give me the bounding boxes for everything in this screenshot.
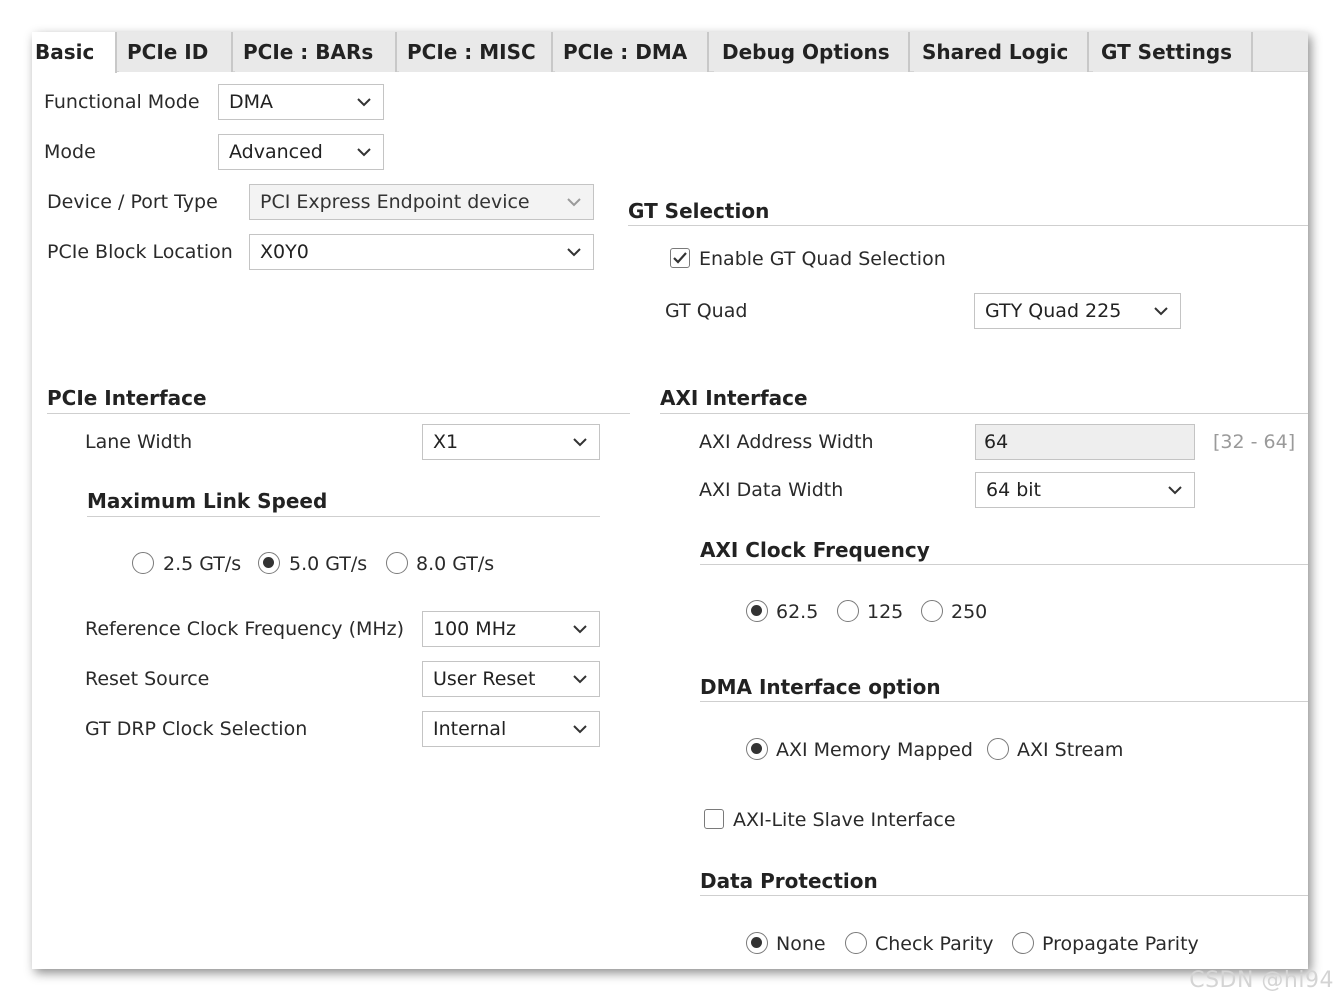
check-parity-radio[interactable] bbox=[845, 932, 867, 954]
data-protection-none-radio[interactable] bbox=[746, 932, 768, 954]
pcie-interface-title: PCIe Interface bbox=[47, 386, 207, 410]
ref-clock-select[interactable]: 100 MHz bbox=[422, 611, 600, 647]
mode-select[interactable]: Advanced bbox=[218, 134, 384, 170]
gt-drp-clock-label: GT DRP Clock Selection bbox=[85, 718, 308, 740]
reset-source-select[interactable]: User Reset bbox=[422, 661, 600, 697]
chevron-down-icon bbox=[573, 438, 587, 447]
tab-pcie-bars[interactable]: PCIe : BARs bbox=[235, 32, 397, 72]
link-speed-5-0-radio[interactable] bbox=[258, 552, 280, 574]
dma-interface-option-divider bbox=[700, 701, 1308, 702]
tab-pcie-id[interactable]: PCIe ID bbox=[119, 32, 233, 72]
enable-gt-quad-label: Enable GT Quad Selection bbox=[699, 248, 946, 270]
axi-interface-divider bbox=[660, 413, 1308, 414]
axi-interface-title: AXI Interface bbox=[660, 386, 808, 410]
chevron-down-icon bbox=[573, 625, 587, 634]
data-protection-none-label: None bbox=[776, 933, 826, 955]
link-speed-2-5-label: 2.5 GT/s bbox=[163, 553, 242, 575]
tab-pcie-dma[interactable]: PCIe : DMA bbox=[555, 32, 709, 72]
axi-clock-125-label: 125 bbox=[867, 601, 904, 623]
gt-drp-clock-select[interactable]: Internal bbox=[422, 711, 600, 747]
gt-drp-clock-value: Internal bbox=[433, 718, 507, 740]
dma-interface-option-title: DMA Interface option bbox=[700, 675, 941, 699]
axi-clock-250-label: 250 bbox=[951, 601, 988, 623]
device-port-type-select[interactable]: PCI Express Endpoint device bbox=[249, 184, 594, 220]
watermark: CSDN @hi94 bbox=[1189, 968, 1334, 993]
axi-clock-frequency-title: AXI Clock Frequency bbox=[700, 538, 930, 562]
ref-clock-value: 100 MHz bbox=[433, 618, 516, 640]
functional-mode-label: Functional Mode bbox=[44, 91, 200, 113]
max-link-speed-divider bbox=[87, 516, 600, 517]
tab-pcie-misc[interactable]: PCIe : MISC bbox=[399, 32, 553, 72]
axi-stream-radio[interactable] bbox=[987, 738, 1009, 760]
reset-source-label: Reset Source bbox=[85, 668, 210, 690]
lane-width-label: Lane Width bbox=[85, 431, 193, 453]
propagate-parity-label: Propagate Parity bbox=[1042, 933, 1199, 955]
axi-address-width-range: [32 - 64] bbox=[1213, 431, 1296, 453]
axi-lite-slave-label: AXI-Lite Slave Interface bbox=[733, 809, 956, 831]
tab-gt-settings[interactable]: GT Settings bbox=[1093, 32, 1253, 72]
device-port-type-value: PCI Express Endpoint device bbox=[260, 191, 530, 213]
functional-mode-select[interactable]: DMA bbox=[218, 84, 384, 120]
gt-quad-value: GTY Quad 225 bbox=[985, 300, 1122, 322]
gt-selection-divider bbox=[628, 225, 1308, 226]
axi-memory-mapped-radio[interactable] bbox=[746, 738, 768, 760]
axi-clock-frequency-divider bbox=[700, 564, 1308, 565]
chevron-down-icon bbox=[357, 98, 371, 107]
mode-value: Advanced bbox=[229, 141, 323, 163]
pcie-block-location-value: X0Y0 bbox=[260, 241, 309, 263]
data-protection-title: Data Protection bbox=[700, 869, 878, 893]
chevron-down-icon bbox=[567, 248, 581, 257]
axi-stream-label: AXI Stream bbox=[1017, 739, 1124, 761]
data-protection-divider bbox=[700, 895, 1308, 896]
pcie-block-location-label: PCIe Block Location bbox=[47, 241, 233, 263]
chevron-down-icon bbox=[1168, 486, 1182, 495]
chevron-down-icon bbox=[573, 675, 587, 684]
tab-shared-logic[interactable]: Shared Logic bbox=[914, 32, 1089, 72]
link-speed-8-0-label: 8.0 GT/s bbox=[416, 553, 495, 575]
axi-clock-250-radio[interactable] bbox=[921, 600, 943, 622]
lane-width-value: X1 bbox=[433, 431, 459, 453]
pcie-block-location-select[interactable]: X0Y0 bbox=[249, 234, 594, 270]
axi-clock-62-5-label: 62.5 bbox=[776, 601, 819, 623]
tab-basic[interactable]: Basic bbox=[32, 32, 117, 73]
chevron-down-icon bbox=[573, 725, 587, 734]
functional-mode-value: DMA bbox=[229, 91, 274, 113]
lane-width-select[interactable]: X1 bbox=[422, 424, 600, 460]
link-speed-8-0-radio[interactable] bbox=[386, 552, 408, 574]
mode-label: Mode bbox=[44, 141, 96, 163]
axi-clock-125-radio[interactable] bbox=[837, 600, 859, 622]
gt-selection-title: GT Selection bbox=[628, 199, 770, 223]
chevron-down-icon bbox=[567, 198, 581, 207]
chevron-down-icon bbox=[1154, 307, 1168, 316]
link-speed-5-0-label: 5.0 GT/s bbox=[289, 553, 368, 575]
propagate-parity-radio[interactable] bbox=[1012, 932, 1034, 954]
axi-data-width-label: AXI Data Width bbox=[699, 479, 844, 501]
chevron-down-icon bbox=[357, 148, 371, 157]
axi-address-width-value: 64 bbox=[984, 431, 1009, 453]
axi-address-width-field[interactable]: 64 bbox=[975, 424, 1195, 460]
axi-lite-slave-checkbox[interactable] bbox=[704, 809, 724, 829]
link-speed-2-5-radio[interactable] bbox=[132, 552, 154, 574]
reset-source-value: User Reset bbox=[433, 668, 536, 690]
max-link-speed-title: Maximum Link Speed bbox=[87, 489, 328, 513]
axi-memory-mapped-label: AXI Memory Mapped bbox=[776, 739, 973, 761]
axi-data-width-select[interactable]: 64 bit bbox=[975, 472, 1195, 508]
gt-quad-label: GT Quad bbox=[665, 300, 748, 322]
check-parity-label: Check Parity bbox=[875, 933, 994, 955]
pcie-interface-divider bbox=[47, 413, 630, 414]
axi-address-width-label: AXI Address Width bbox=[699, 431, 874, 453]
enable-gt-quad-checkbox[interactable] bbox=[670, 248, 690, 268]
ref-clock-label: Reference Clock Frequency (MHz) bbox=[85, 618, 405, 640]
gt-quad-select[interactable]: GTY Quad 225 bbox=[974, 293, 1181, 329]
checkmark-icon bbox=[673, 252, 687, 264]
tab-bar: Basic PCIe ID PCIe : BARs PCIe : MISC PC… bbox=[32, 32, 1308, 73]
device-port-type-label: Device / Port Type bbox=[47, 191, 218, 213]
ip-customization-panel: Basic PCIe ID PCIe : BARs PCIe : MISC PC… bbox=[32, 32, 1308, 969]
axi-data-width-value: 64 bit bbox=[986, 479, 1042, 501]
tab-debug-options[interactable]: Debug Options bbox=[714, 32, 910, 72]
axi-clock-62-5-radio[interactable] bbox=[746, 600, 768, 622]
